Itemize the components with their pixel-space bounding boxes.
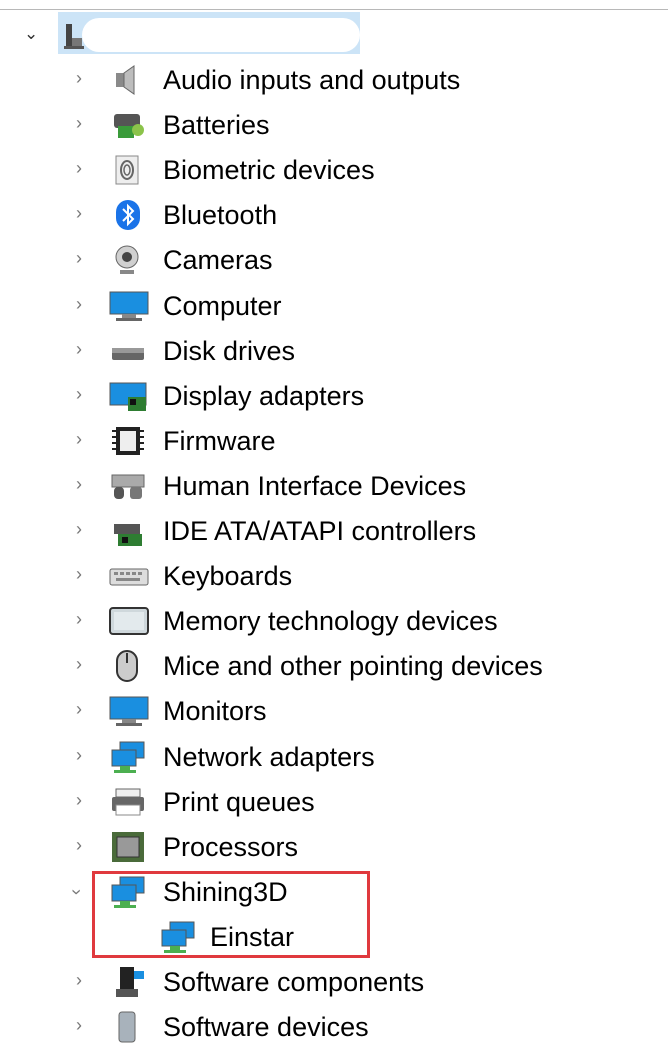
ide-controller-icon bbox=[114, 524, 142, 546]
tree-item-label: Audio inputs and outputs bbox=[163, 65, 461, 95]
webcam-icon bbox=[115, 245, 139, 274]
software-component-icon bbox=[116, 967, 144, 997]
tree-root[interactable]: ⌄ bbox=[0, 12, 668, 56]
speaker-icon bbox=[116, 65, 135, 95]
network-adapter-icon bbox=[111, 741, 145, 773]
display-adapter-icon bbox=[109, 382, 147, 411]
chevron-right-icon[interactable]: › bbox=[76, 158, 82, 178]
tree-item-label: Disk drives bbox=[163, 336, 296, 366]
tree-item-label: Keyboards bbox=[163, 561, 293, 591]
tree-item-ide-ata-atapi-controllers[interactable]: › IDE ATA/ATAPI controllers bbox=[0, 509, 668, 554]
tree-item-label: Computer bbox=[163, 291, 282, 321]
chevron-right-icon[interactable]: › bbox=[76, 68, 82, 88]
fingerprint-icon bbox=[115, 155, 139, 185]
tree-item-software-devices[interactable]: › Software devices bbox=[0, 1005, 668, 1050]
tree-item-mice-and-other-pointing-devices[interactable]: › Mice and other pointing devices bbox=[0, 644, 668, 689]
tree-item-label: Mice and other pointing devices bbox=[163, 651, 543, 681]
hid-icon bbox=[111, 474, 145, 499]
tree-item-label: Display adapters bbox=[163, 381, 365, 411]
tree-item-label: Human Interface Devices bbox=[163, 471, 467, 501]
tree-item-label: Print queues bbox=[163, 787, 315, 817]
tree-item-label: Firmware bbox=[163, 426, 276, 456]
mouse-icon bbox=[116, 650, 138, 682]
tree-item-label: Cameras bbox=[163, 245, 273, 275]
tree-item-label: Biometric devices bbox=[163, 155, 375, 185]
tree-item-disk-drives[interactable]: › Disk drives bbox=[0, 329, 668, 374]
tree-item-label: Memory technology devices bbox=[163, 606, 498, 636]
tree-item-human-interface-devices[interactable]: › Human Interface Devices bbox=[0, 464, 668, 509]
tree-item-label: Software devices bbox=[163, 1012, 369, 1042]
tree-item-label: Batteries bbox=[163, 110, 270, 140]
chevron-right-icon[interactable]: › bbox=[76, 294, 82, 314]
tree-item-biometric-devices[interactable]: › Biometric devices bbox=[0, 148, 668, 193]
computer-root-icon bbox=[64, 24, 84, 49]
redacted-computer-name bbox=[82, 18, 360, 52]
chevron-right-icon[interactable]: › bbox=[76, 113, 82, 133]
chevron-right-icon[interactable]: › bbox=[76, 790, 82, 810]
tree-item-memory-technology-devices[interactable]: › Memory technology devices bbox=[0, 599, 668, 644]
chevron-right-icon[interactable]: › bbox=[76, 384, 82, 404]
tree-item-label: IDE ATA/ATAPI controllers bbox=[163, 516, 477, 546]
chevron-right-icon[interactable]: › bbox=[76, 654, 82, 674]
chevron-right-icon[interactable]: › bbox=[76, 519, 82, 539]
chevron-right-icon[interactable]: › bbox=[76, 970, 82, 990]
tree-item-audio-inputs-and-outputs[interactable]: › Audio inputs and outputs bbox=[0, 58, 668, 103]
chevron-right-icon[interactable]: › bbox=[76, 745, 82, 765]
chevron-right-icon[interactable]: › bbox=[76, 474, 82, 494]
chevron-down-icon[interactable]: › bbox=[67, 889, 87, 895]
tree-item-software-components[interactable]: › Software components bbox=[0, 960, 668, 1005]
tree-item-processors[interactable]: › Processors bbox=[0, 825, 668, 870]
chevron-right-icon[interactable]: › bbox=[76, 339, 82, 359]
bluetooth-icon bbox=[116, 200, 140, 230]
chevron-right-icon[interactable]: › bbox=[76, 835, 82, 855]
top-divider bbox=[0, 9, 668, 10]
keyboard-icon bbox=[109, 568, 149, 586]
printer-icon bbox=[112, 788, 144, 816]
chevron-down-icon[interactable]: ⌄ bbox=[24, 24, 38, 44]
tree-item-label: Monitors bbox=[163, 696, 267, 726]
tree-item-label: Bluetooth bbox=[163, 200, 278, 230]
processor-icon bbox=[112, 832, 144, 862]
tree-item-network-adapters[interactable]: › Network adapters bbox=[0, 735, 668, 780]
tree-item-display-adapters[interactable]: › Display adapters bbox=[0, 374, 668, 419]
chevron-right-icon[interactable]: › bbox=[76, 248, 82, 268]
software-device-icon bbox=[118, 1011, 136, 1043]
chevron-right-icon[interactable]: › bbox=[76, 203, 82, 223]
chevron-right-icon[interactable]: › bbox=[76, 1015, 82, 1035]
tree-item-label: Software components bbox=[163, 967, 425, 997]
chip-icon bbox=[112, 427, 144, 455]
tree-item-firmware[interactable]: › Firmware bbox=[0, 419, 668, 464]
tree-item-cameras[interactable]: › Cameras bbox=[0, 238, 668, 283]
tree-item-batteries[interactable]: › Batteries bbox=[0, 103, 668, 148]
tree-item-monitors[interactable]: › Monitors bbox=[0, 689, 668, 734]
tree-item-bluetooth[interactable]: › Bluetooth bbox=[0, 193, 668, 238]
tree-item-label: Processors bbox=[163, 832, 299, 862]
battery-icon bbox=[114, 114, 144, 138]
tree-item-keyboards[interactable]: › Keyboards bbox=[0, 554, 668, 599]
annotation-highlight-box bbox=[92, 871, 370, 958]
monitor-icon bbox=[109, 696, 149, 726]
chevron-right-icon[interactable]: › bbox=[76, 609, 82, 629]
chevron-right-icon[interactable]: › bbox=[76, 699, 82, 719]
computer-icon bbox=[109, 291, 149, 321]
tree-item-computer[interactable]: › Computer bbox=[0, 284, 668, 329]
tree-item-label: Network adapters bbox=[163, 742, 375, 772]
tree-item-print-queues[interactable]: › Print queues bbox=[0, 780, 668, 825]
chevron-right-icon[interactable]: › bbox=[76, 564, 82, 584]
memory-device-icon bbox=[109, 607, 149, 635]
chevron-right-icon[interactable]: › bbox=[76, 429, 82, 449]
disk-drive-icon bbox=[112, 348, 144, 360]
